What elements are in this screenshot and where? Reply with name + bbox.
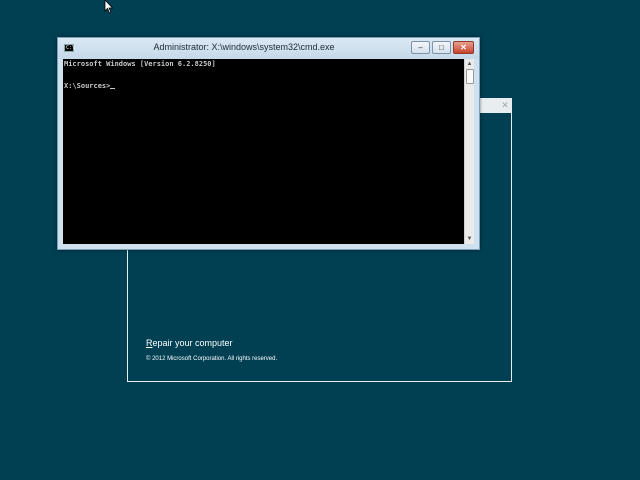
scroll-thumb[interactable] xyxy=(466,69,474,84)
text-cursor xyxy=(110,88,116,89)
scroll-down-icon[interactable]: ▼ xyxy=(465,234,474,244)
console-prompt: X:\Sources> xyxy=(64,82,111,90)
cmd-window[interactable]: C:\ Administrator: X:\windows\system32\c… xyxy=(57,37,480,250)
copyright-text: © 2012 Microsoft Corporation. All rights… xyxy=(146,356,278,362)
setup-titlebar: ✕ xyxy=(480,99,512,113)
cmd-titlebar[interactable]: C:\ Administrator: X:\windows\system32\c… xyxy=(58,38,479,59)
repair-link-text: epair your computer xyxy=(152,338,233,348)
cmd-window-title: Administrator: X:\windows\system32\cmd.e… xyxy=(153,42,335,52)
close-icon: ✕ xyxy=(460,43,467,52)
console-output[interactable]: Microsoft Windows [Version 6.2.8250] X:\… xyxy=(63,59,464,244)
console-line-version: Microsoft Windows [Version 6.2.8250] xyxy=(64,60,216,68)
console-prompt-line[interactable]: X:\Sources> xyxy=(64,81,464,92)
minimize-button[interactable]: – xyxy=(411,41,430,54)
scroll-up-icon[interactable]: ▲ xyxy=(465,59,474,69)
close-button[interactable]: ✕ xyxy=(453,41,474,54)
vertical-scrollbar[interactable]: ▲ ▼ xyxy=(464,59,474,244)
minimize-icon: – xyxy=(418,43,423,52)
repair-your-computer-link[interactable]: Repair your computer xyxy=(146,338,233,348)
maximize-icon: □ xyxy=(439,43,444,52)
mouse-pointer-icon xyxy=(104,0,114,14)
setup-close-icon[interactable]: ✕ xyxy=(500,100,510,110)
maximize-button[interactable]: □ xyxy=(432,41,451,54)
